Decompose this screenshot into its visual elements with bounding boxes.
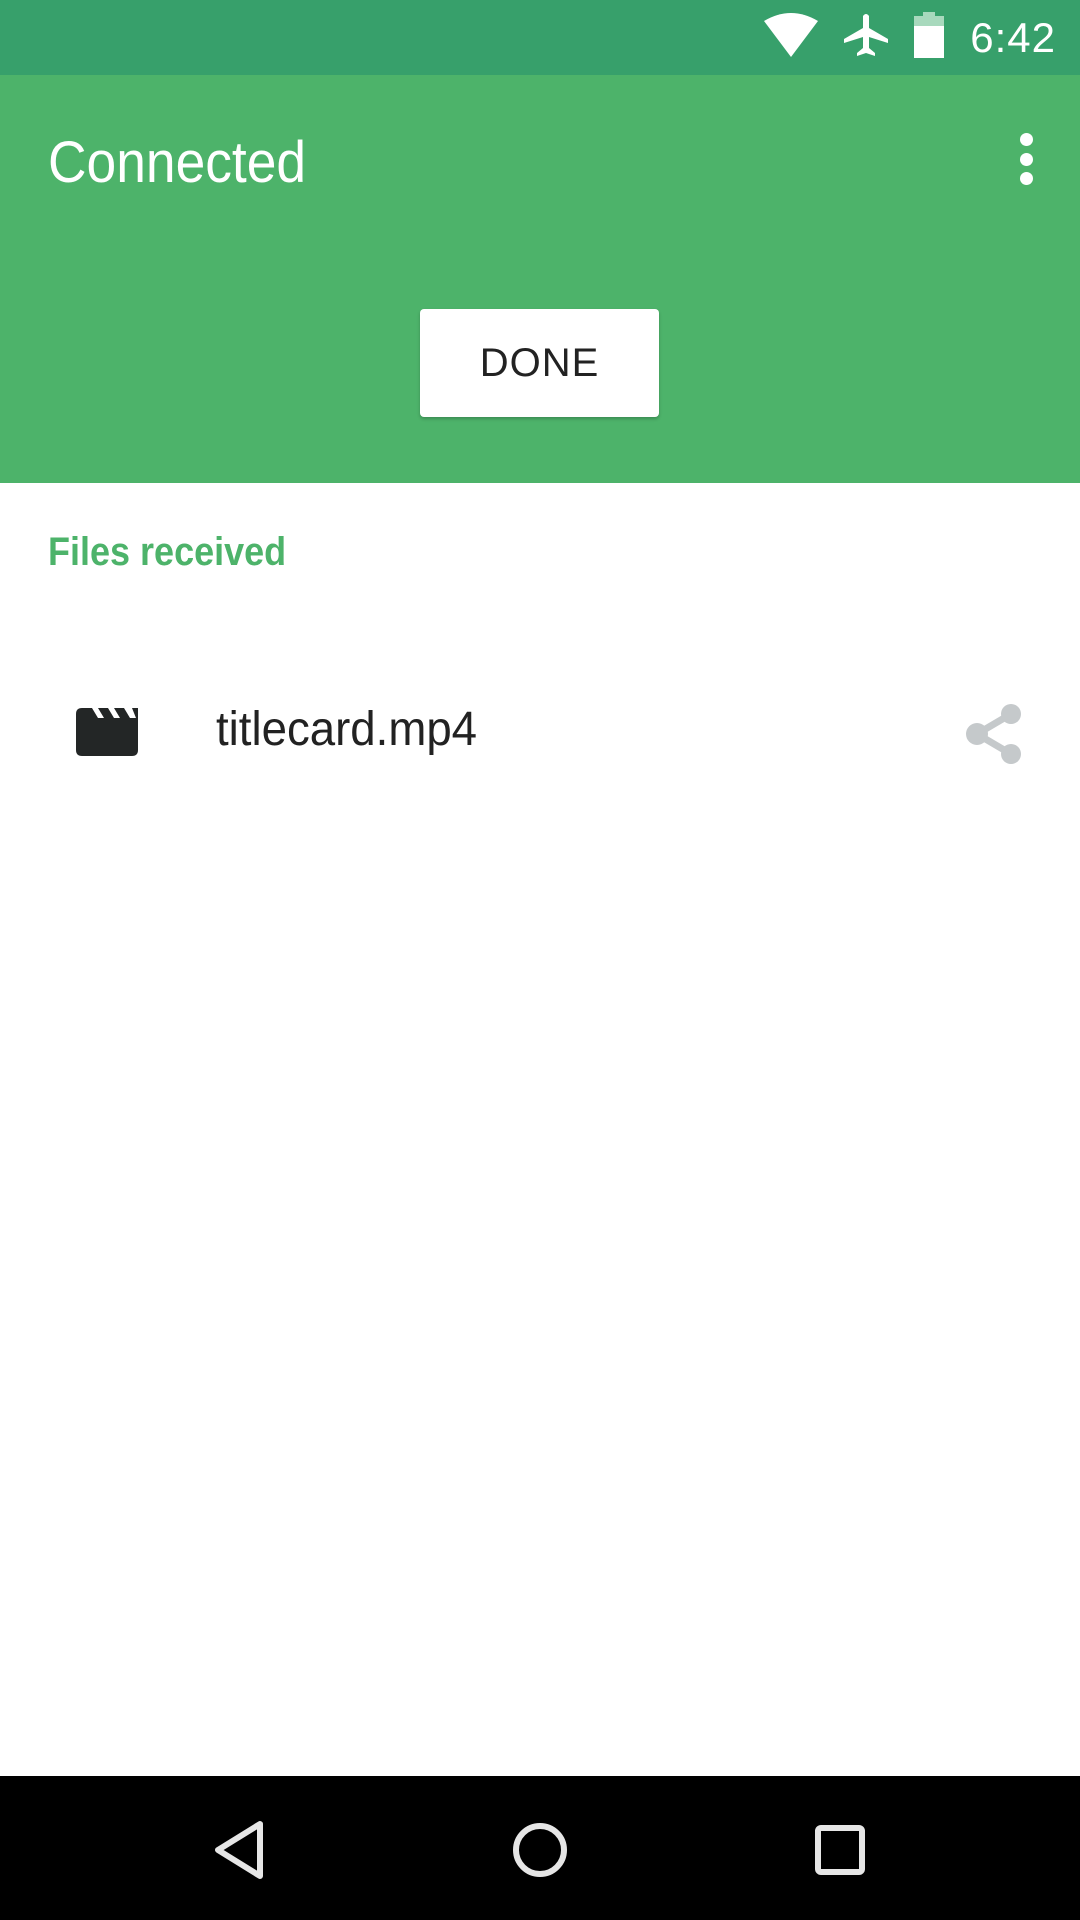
- page-title: Connected: [48, 130, 307, 195]
- status-icons: 6:42: [764, 0, 1056, 75]
- more-vert-icon: [1019, 133, 1033, 146]
- app-bar: Connected DONE: [0, 75, 1080, 483]
- back-triangle-icon: [212, 1820, 268, 1885]
- wifi-icon: [764, 13, 819, 62]
- more-options-button[interactable]: [1002, 127, 1050, 191]
- nav-home-button[interactable]: [500, 1812, 580, 1892]
- status-time: 6:42: [970, 13, 1056, 61]
- share-button[interactable]: [960, 700, 1028, 772]
- airplane-mode-icon: [844, 12, 889, 63]
- done-button[interactable]: DONE: [420, 309, 659, 417]
- nav-back-button[interactable]: [200, 1812, 280, 1892]
- more-vert-icon-dot: [1019, 152, 1033, 166]
- status-bar: 6:42: [0, 0, 1080, 75]
- movie-clapperboard-icon: [76, 704, 138, 756]
- files-received-header: Files received: [48, 530, 287, 574]
- more-vert-icon-dot: [1019, 172, 1033, 185]
- nav-recents-button[interactable]: [800, 1812, 880, 1892]
- file-name: titlecard.mp4: [216, 703, 478, 756]
- share-icon: [965, 703, 1023, 770]
- file-list-item[interactable]: titlecard.mp4: [0, 680, 1080, 790]
- recents-square-icon: [814, 1824, 866, 1881]
- battery-icon: [914, 12, 945, 63]
- navigation-bar: [0, 1776, 1080, 1920]
- home-circle-icon: [512, 1822, 568, 1883]
